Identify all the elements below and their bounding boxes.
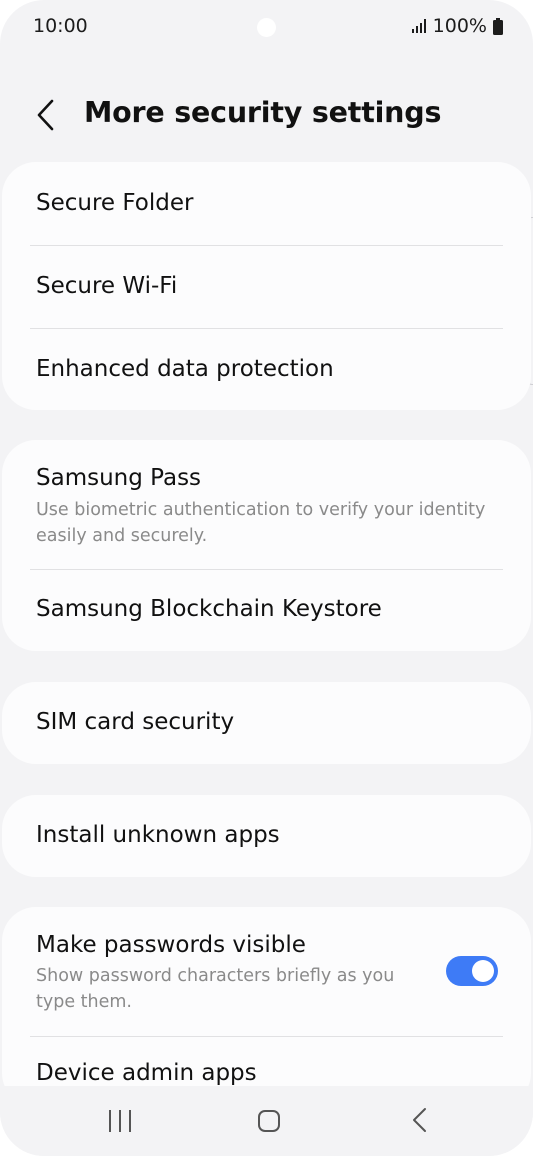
item-title: Samsung Pass — [36, 465, 202, 491]
item-title: Install unknown apps — [36, 822, 280, 848]
settings-group-3: SIM card security — [2, 682, 531, 764]
chevron-left-icon[interactable] — [30, 96, 62, 134]
item-title: Device admin apps — [36, 1060, 257, 1086]
battery-icon — [493, 17, 503, 35]
item-title: Make passwords visible — [36, 932, 306, 958]
page-title: More security settings — [84, 96, 442, 129]
front-camera — [257, 18, 276, 37]
toggle-knob — [472, 960, 494, 982]
settings-group-2: Samsung Pass Use biometric authenticatio… — [2, 440, 531, 651]
navigation-bar — [0, 1086, 533, 1156]
item-subtitle: Use biometric authentication to verify y… — [36, 500, 486, 546]
settings-group-1: Secure Folder Secure Wi-Fi Enhanced data… — [2, 162, 531, 410]
recents-icon[interactable] — [107, 1108, 133, 1134]
item-title: Enhanced data protection — [36, 356, 334, 382]
item-title: SIM card security — [36, 709, 235, 735]
list-item-make-passwords-visible[interactable]: Make passwords visible Show password cha… — [2, 907, 531, 1036]
header: More security settings — [0, 86, 533, 146]
item-title: Samsung Blockchain Keystore — [36, 596, 382, 622]
item-title: Secure Wi-Fi — [36, 273, 178, 299]
item-title: Secure Folder — [36, 190, 194, 216]
make-passwords-visible-toggle[interactable] — [446, 956, 498, 986]
settings-group-5: Make passwords visible Show password cha… — [2, 907, 531, 1107]
list-item-enhanced-data-protection[interactable]: Enhanced data protection — [2, 328, 531, 410]
settings-group-4: Install unknown apps — [2, 795, 531, 877]
item-subtitle: Show password characters briefly as you … — [36, 966, 395, 1012]
list-item-install-unknown-apps[interactable]: Install unknown apps — [2, 795, 531, 877]
status-time: 10:00 — [33, 15, 88, 37]
phone-screen: 10:00 100% More security settings Secure — [0, 0, 533, 1156]
list-item-sim-card-security[interactable]: SIM card security — [2, 682, 531, 764]
list-item-samsung-pass[interactable]: Samsung Pass Use biometric authenticatio… — [2, 440, 531, 569]
list-item-secure-folder[interactable]: Secure Folder — [2, 162, 531, 245]
home-icon[interactable] — [256, 1108, 282, 1134]
list-item-samsung-blockchain-keystore[interactable]: Samsung Blockchain Keystore — [2, 569, 531, 651]
status-indicators: 100% — [411, 15, 503, 37]
status-bar: 10:00 100% — [0, 0, 533, 56]
list-item-secure-wifi[interactable]: Secure Wi-Fi — [2, 245, 531, 328]
battery-percent: 100% — [432, 15, 487, 37]
back-icon[interactable] — [407, 1106, 433, 1134]
signal-icon — [411, 19, 426, 33]
